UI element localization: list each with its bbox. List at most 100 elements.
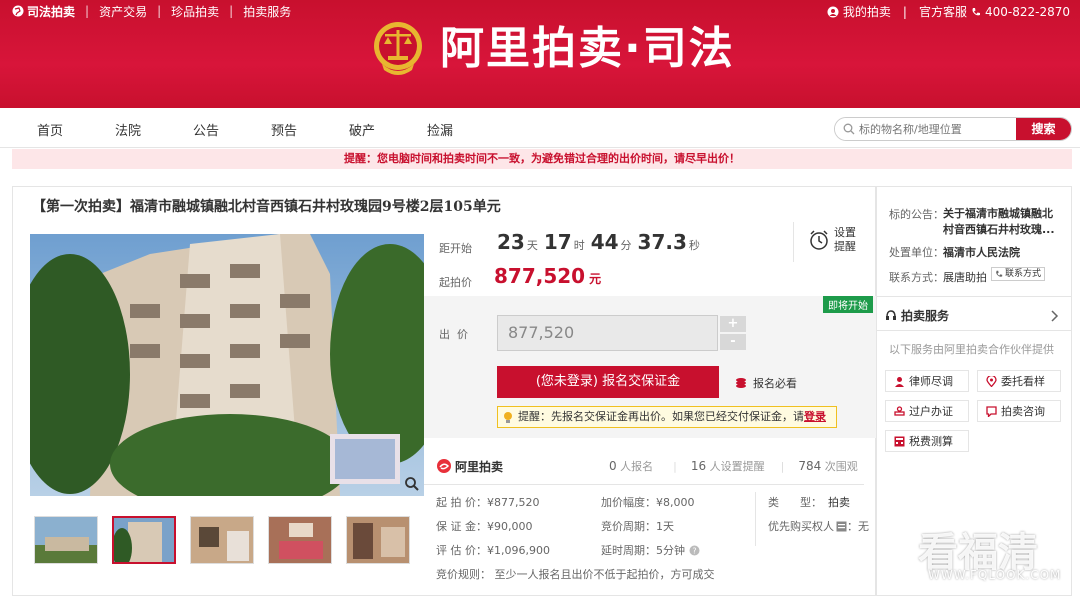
support-link[interactable]: 官方客服 xyxy=(919,3,967,20)
unit-minutes: 分 xyxy=(620,239,632,252)
service-tax[interactable]: 税费测算 xyxy=(885,430,969,452)
thumbnail-2[interactable] xyxy=(112,516,176,564)
signup-label: 人报名 xyxy=(620,460,654,473)
contact-button[interactable]: 联系方式 xyxy=(991,267,1046,281)
register-deposit-button[interactable]: (您未登录) 报名交保证金 xyxy=(497,366,719,398)
judicial-auction-link[interactable]: 司法拍卖 xyxy=(12,3,75,20)
service-transfer-label: 过户办证 xyxy=(909,405,953,418)
remind-count: 16 xyxy=(690,459,707,473)
detail-type: 类 型： 拍卖 xyxy=(768,494,850,510)
service-viewing[interactable]: 委托看样 xyxy=(977,370,1061,392)
stats-brand-label: 阿里拍卖 xyxy=(455,459,504,474)
view-label: 次围观 xyxy=(824,460,858,473)
court-emblem-icon xyxy=(374,22,422,75)
service-header[interactable]: 拍卖服务 xyxy=(885,307,949,324)
service-lawyer[interactable]: 律师尽调 xyxy=(885,370,969,392)
search-box: 搜索 xyxy=(834,117,1072,141)
detail-delay: 延时周期：5分钟 ? xyxy=(601,542,700,558)
phone-icon xyxy=(972,7,980,15)
detail-delay-text: 延时周期：5分钟 xyxy=(601,544,685,557)
type-label: 类 型： xyxy=(768,496,822,509)
countdown-hours: 17 xyxy=(543,230,572,254)
site-logo[interactable]: 阿里拍卖·司法 xyxy=(440,22,735,76)
phone-icon xyxy=(996,270,1003,277)
service-transfer[interactable]: 过户办证 xyxy=(885,400,969,422)
my-auction-link[interactable]: 我的拍卖 xyxy=(843,3,891,20)
countdown-label: 距开始 xyxy=(439,242,472,255)
signup-count: 0 xyxy=(609,459,617,473)
bid-input[interactable]: 877,520 xyxy=(497,315,718,351)
contact-button-label: 联系方式 xyxy=(1005,268,1042,279)
start-price-label: 起拍价 xyxy=(439,276,472,289)
unit-value: 福清市人民法院 xyxy=(943,246,1020,259)
nav-home[interactable]: 首页 xyxy=(37,120,63,139)
thumbnail-1[interactable] xyxy=(34,516,98,564)
notice-label: 标的公告： xyxy=(889,208,944,221)
notice-link[interactable]: 关于福清市融城镇融北村音西镇石井村玫瑰... xyxy=(943,206,1057,238)
tip-text: 提醒：先报名交保证金再出价。如果您已经交付保证金，请 xyxy=(518,410,804,423)
nav-court[interactable]: 法院 xyxy=(115,120,141,139)
register-guide-label: 报名必看 xyxy=(753,377,797,390)
detail-rule: 竞价规则： 至少一人报名且出价不低于起拍价，方可成交 xyxy=(436,568,715,581)
remind-line1: 设置 xyxy=(834,226,856,239)
nav-notice[interactable]: 公告 xyxy=(193,120,219,139)
svg-text:?: ? xyxy=(692,546,696,555)
stats-bar: 阿里拍卖 0 人报名 | 16 人设置提醒 | 784 次围观 xyxy=(436,456,866,476)
detail-start-price: 起 拍 价：¥877,520 xyxy=(436,496,540,509)
location-pin-icon xyxy=(986,375,997,387)
set-reminder-button[interactable]: 设置 提醒 xyxy=(808,226,856,254)
detail-increment: 加价幅度：¥8,000 xyxy=(601,496,695,509)
search-button[interactable]: 搜索 xyxy=(1016,118,1071,140)
nav-bargain[interactable]: 捡漏 xyxy=(427,120,453,139)
info-box-icon[interactable] xyxy=(836,521,847,532)
calculator-icon xyxy=(894,436,905,446)
service-lawyer-label: 律师尽调 xyxy=(909,375,953,388)
globe-icon xyxy=(12,5,24,17)
search-input[interactable] xyxy=(835,118,1018,140)
chevron-right-icon[interactable] xyxy=(1051,310,1059,322)
headset-icon xyxy=(886,309,896,320)
service-desc: 以下服务由阿里拍卖合作伙伴提供 xyxy=(889,343,1054,356)
nav-preview[interactable]: 预告 xyxy=(271,120,297,139)
user-icon xyxy=(827,6,839,17)
alibaba-logo-icon xyxy=(437,459,451,473)
remind-label: 人设置提醒 xyxy=(709,460,765,473)
main-photo[interactable] xyxy=(30,234,424,496)
coins-icon xyxy=(736,378,746,388)
treasure-auction-link[interactable]: 珍品拍卖 xyxy=(171,3,219,20)
divider xyxy=(424,484,864,485)
register-guide-link[interactable]: 报名必看 xyxy=(735,375,797,391)
nav-bankruptcy[interactable]: 破产 xyxy=(349,120,375,139)
divider xyxy=(877,296,1071,297)
decrease-bid-button[interactable]: - xyxy=(720,334,746,350)
increase-bid-button[interactable]: + xyxy=(720,316,746,332)
search-icon xyxy=(843,123,855,135)
divider xyxy=(877,330,1071,331)
auction-service-link[interactable]: 拍卖服务 xyxy=(243,3,291,20)
login-link[interactable]: 登录 xyxy=(804,410,826,423)
help-icon[interactable]: ? xyxy=(689,545,700,556)
service-title: 拍卖服务 xyxy=(901,309,950,323)
asset-trade-link[interactable]: 资产交易 xyxy=(99,3,147,20)
countdown-days: 23 xyxy=(497,230,525,254)
bid-label: 出 价 xyxy=(439,328,468,341)
person-icon xyxy=(895,376,904,387)
time-warning: 提醒：您电脑时间和拍卖时间不一致，为避免错过合理的出价时间，请尽早出价！ xyxy=(12,149,1072,169)
thumbnail-4[interactable] xyxy=(268,516,332,564)
login-tip: 提醒：先报名交保证金再出价。如果您已经交付保证金，请登录 xyxy=(497,406,837,428)
unit-label: 处置单位： xyxy=(889,246,944,259)
chat-icon xyxy=(986,405,997,417)
thumbnail-5[interactable] xyxy=(346,516,410,564)
service-consult-label: 拍卖咨询 xyxy=(1001,405,1045,418)
price-unit: 元 xyxy=(589,272,602,286)
view-count: 784 xyxy=(798,459,822,473)
service-consult[interactable]: 拍卖咨询 xyxy=(977,400,1061,422)
start-price-value: 877,520 xyxy=(494,264,586,288)
thumbnail-strip xyxy=(34,516,410,564)
divider xyxy=(793,222,794,262)
countdown-minutes: 44 xyxy=(590,230,619,254)
detail-appraisal: 评 估 价：¥1,096,900 xyxy=(436,544,550,557)
unit-days: 天 xyxy=(526,239,538,252)
thumbnail-3[interactable] xyxy=(190,516,254,564)
zoom-icon[interactable] xyxy=(404,476,420,492)
